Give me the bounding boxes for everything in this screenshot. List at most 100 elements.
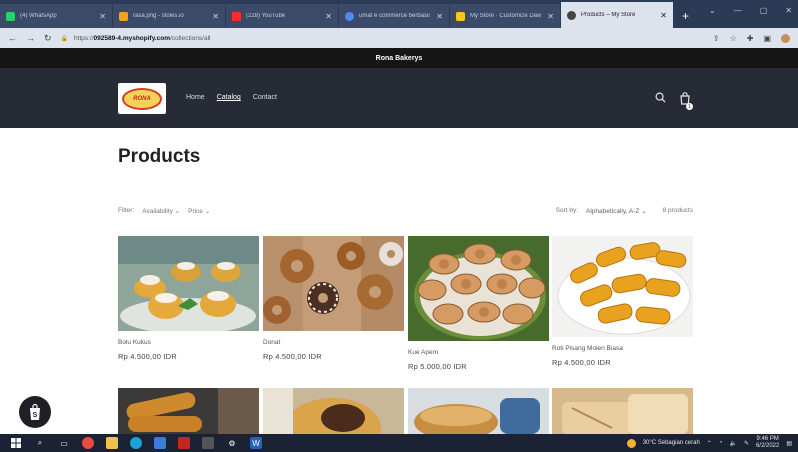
product-card[interactable]: Donat Rp 4.500,00 IDR — [263, 236, 404, 361]
close-icon[interactable]: ✕ — [660, 11, 667, 20]
product-image-roti-pisang-molen[interactable] — [552, 236, 693, 337]
cart-count-badge: 1 — [686, 103, 693, 110]
windows-start-icon[interactable] — [10, 437, 22, 449]
page-title: Products — [118, 146, 201, 167]
star-icon[interactable]: ☆ — [730, 34, 737, 43]
weather-text[interactable]: 30°C Sebagian cerah — [643, 440, 700, 446]
url-prefix: https:// — [74, 34, 94, 42]
chrome-icon[interactable] — [82, 437, 94, 449]
volume-icon[interactable]: 🔈 — [729, 440, 736, 447]
minimize-icon[interactable]: — — [734, 6, 742, 15]
close-icon[interactable]: ✕ — [99, 12, 106, 21]
weather-icon[interactable] — [626, 438, 636, 448]
task-view-icon[interactable]: ▭ — [58, 437, 70, 449]
close-window-icon[interactable]: ✕ — [785, 6, 792, 15]
acrobat-icon[interactable] — [178, 437, 190, 449]
sidebar-icon[interactable]: ▣ — [763, 34, 771, 43]
network-icon[interactable]: ◔ — [719, 440, 723, 446]
tab-label: umat e commerce berbasis — [359, 13, 431, 19]
tab-google-search[interactable]: umat e commerce berbasis ✕ — [339, 4, 449, 28]
filter-price-dropdown[interactable]: Price ⌄ — [188, 207, 210, 215]
product-image-row2-4[interactable] — [552, 388, 693, 434]
product-card[interactable] — [118, 388, 259, 434]
clock-date: 6/2/2022 — [755, 443, 780, 449]
chevron-up-icon[interactable]: ⌃ — [707, 440, 712, 447]
maximize-icon[interactable]: ▢ — [760, 6, 768, 15]
forward-arrow-icon[interactable]: → — [26, 33, 35, 43]
tab-products-active[interactable]: Products – My Store ✕ — [561, 2, 673, 28]
clock-time: 9:46 PM — [756, 436, 779, 442]
cart-icon[interactable]: 1 — [679, 92, 693, 110]
profile-avatar[interactable] — [781, 33, 790, 43]
tab-customize-store[interactable]: My Store · Customize Dawn ✕ — [450, 4, 560, 28]
product-image-bolu-kukus[interactable] — [118, 236, 259, 331]
image-editor-icon — [119, 11, 128, 21]
file-explorer-icon[interactable] — [106, 437, 118, 449]
edge-icon[interactable] — [130, 437, 142, 449]
product-image-row2-2[interactable] — [263, 388, 404, 434]
chevron-down-icon[interactable]: ⌄ — [709, 6, 716, 15]
product-count: 8 products — [662, 207, 693, 214]
shopify-icon[interactable]: S — [19, 396, 51, 428]
product-card[interactable] — [263, 388, 404, 434]
product-card[interactable]: Kue Apem Rp 5.000,00 IDR — [408, 236, 549, 371]
close-icon[interactable]: ✕ — [325, 12, 332, 21]
store-header: RONA Home Catalog Contact 1 — [0, 68, 798, 128]
notification-icon[interactable]: ▤ — [786, 440, 792, 447]
product-title[interactable]: Roti Pisang Molen Biasa — [552, 345, 693, 352]
browser-tab-strip: (4) WhatsApp ✕ rasa.png - stoles.io ✕ (2… — [0, 0, 798, 28]
product-image-row2-1[interactable] — [118, 388, 259, 434]
sort-dropdown[interactable]: Alphabetically, A-Z ⌄ — [586, 207, 647, 215]
tab-youtube[interactable]: (228) YouTube ✕ — [226, 4, 338, 28]
search-icon[interactable]: ⌕ — [34, 437, 46, 449]
product-card[interactable]: Roti Pisang Molen Biasa Rp 4.500,00 IDR — [552, 236, 693, 367]
product-card[interactable]: Bolu Kukus Rp 4.500,00 IDR — [118, 236, 259, 361]
nav-home[interactable]: Home — [186, 94, 205, 101]
nav-catalog[interactable]: Catalog — [217, 94, 241, 101]
close-icon[interactable]: ✕ — [212, 12, 219, 21]
store-icon[interactable] — [154, 437, 166, 449]
product-title[interactable]: Bolu Kukus — [118, 339, 259, 346]
back-arrow-icon[interactable]: ← — [8, 33, 17, 43]
shopify-icon — [456, 11, 465, 21]
whatsapp-icon — [6, 11, 15, 21]
chevron-down-icon: ⌄ — [641, 208, 647, 215]
settings-gear-icon[interactable]: ⚙ — [226, 437, 238, 449]
sort-label: Sort by: — [555, 207, 579, 214]
filter-sort-bar: Filter: Availability ⌄ Price ⌄ Sort by: … — [118, 207, 693, 219]
extensions-icon[interactable]: ✚ — [747, 34, 754, 43]
clock[interactable]: 9:46 PM 6/2/2022 — [756, 436, 779, 450]
filter-availability-dropdown[interactable]: Availability ⌄ — [142, 207, 180, 215]
close-icon[interactable]: ✕ — [436, 12, 443, 21]
tab-label: rasa.png - stoles.io — [133, 13, 184, 19]
new-tab-button[interactable]: + — [674, 4, 697, 28]
reload-icon[interactable]: ↻ — [44, 33, 52, 44]
tab-whatsapp[interactable]: (4) WhatsApp ✕ — [0, 4, 112, 28]
calendar-icon[interactable] — [202, 437, 214, 449]
product-image-donat[interactable] — [263, 236, 404, 331]
chevron-down-icon: ⌄ — [174, 208, 181, 215]
taskbar: ⌕ ▭ ⚙ W 30°C Sebagian cerah ⌃ ◔ 🔈 ✎ 9:46… — [0, 434, 798, 452]
share-icon[interactable]: ⇪ — [713, 34, 720, 43]
filter-label: Filter: — [118, 207, 135, 214]
product-image-row2-3[interactable] — [408, 388, 549, 434]
sort-value: Alphabetically, A-Z — [586, 208, 640, 215]
search-icon[interactable] — [655, 92, 666, 106]
store-logo[interactable]: RONA — [118, 83, 166, 114]
product-image-kue-apem[interactable] — [408, 236, 549, 341]
product-card[interactable] — [552, 388, 693, 434]
youtube-icon — [232, 11, 241, 21]
address-bar: ← → ↻ 🔒 https:// 092589-4.myshopify.com … — [0, 28, 798, 48]
screen: (4) WhatsApp ✕ rasa.png - stoles.io ✕ (2… — [0, 0, 798, 452]
product-title[interactable]: Kue Apem — [408, 349, 549, 356]
product-title[interactable]: Donat — [263, 339, 404, 346]
pen-icon[interactable]: ✎ — [744, 440, 749, 447]
nav-contact[interactable]: Contact — [253, 94, 277, 101]
url-field[interactable]: 🔒 https:// 092589-4.myshopify.com /colle… — [61, 35, 713, 42]
close-icon[interactable]: ✕ — [547, 12, 554, 21]
url-path: /collections/all — [170, 34, 211, 42]
url-host: 092589-4.myshopify.com — [93, 34, 171, 42]
word-icon[interactable]: W — [250, 437, 262, 449]
product-card[interactable] — [408, 388, 549, 434]
tab-image-editor[interactable]: rasa.png - stoles.io ✕ — [113, 4, 225, 28]
